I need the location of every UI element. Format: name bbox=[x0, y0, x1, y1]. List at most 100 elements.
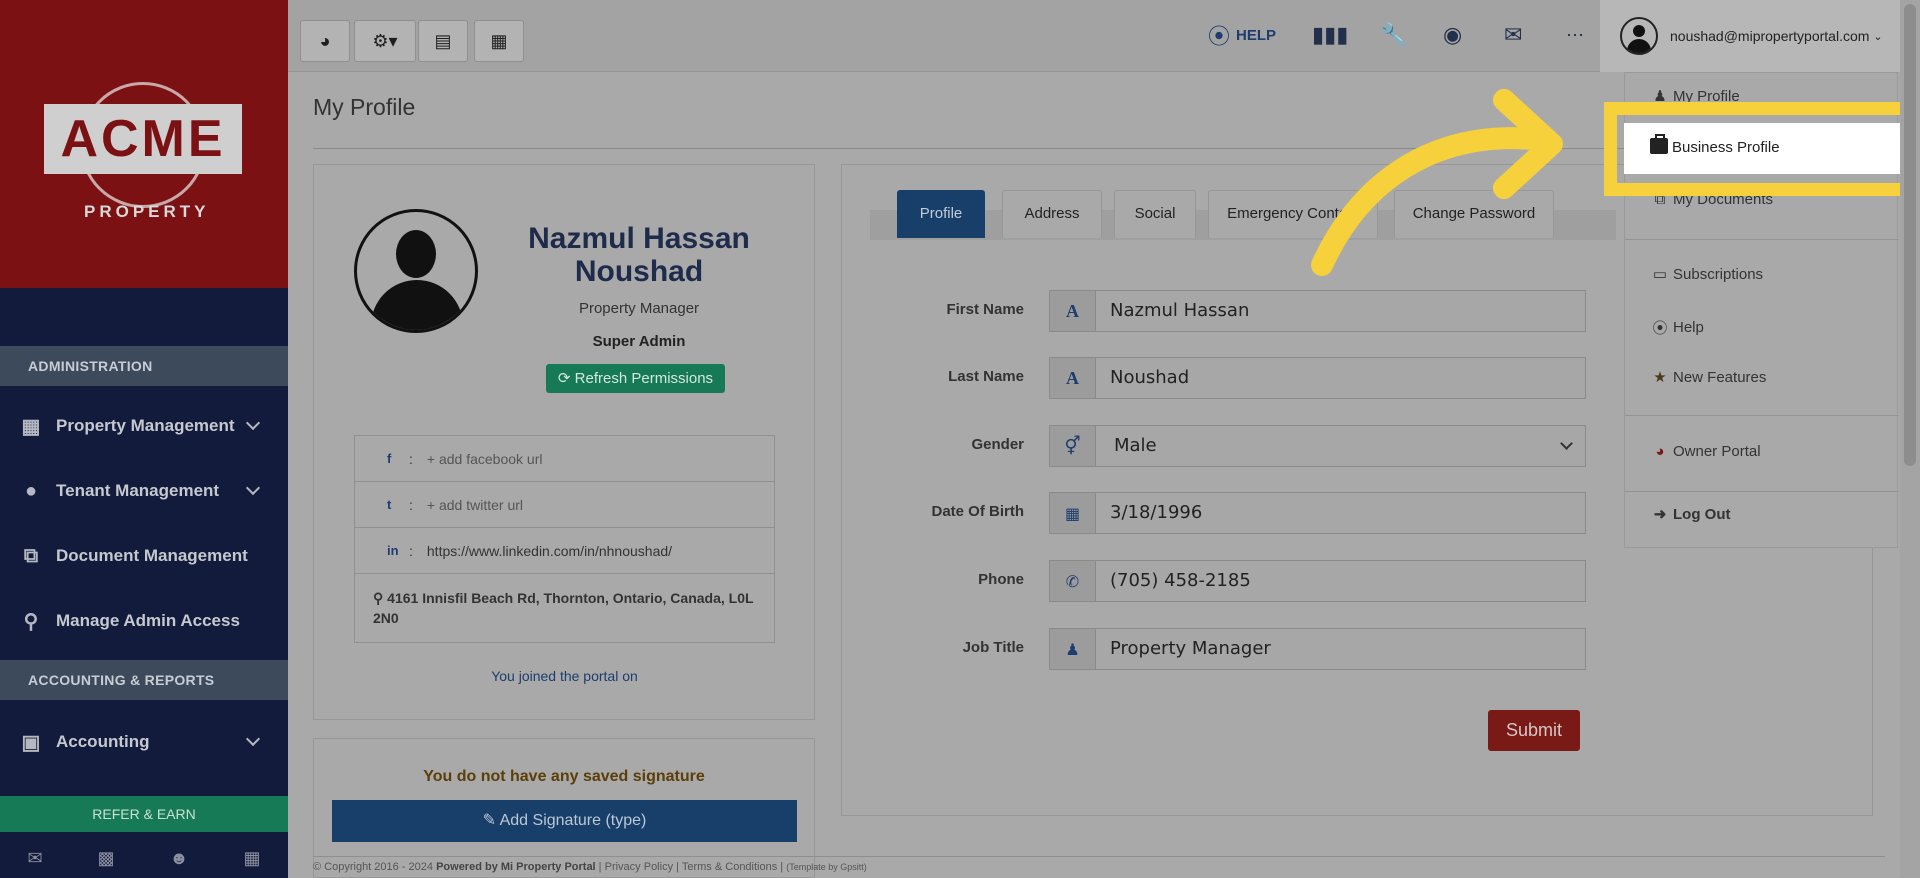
refresh-icon: ⟳ bbox=[557, 370, 575, 387]
profile-name: Nazmul Hassan Noushad bbox=[528, 222, 750, 288]
linkedin-icon: in bbox=[387, 543, 399, 558]
footer-terms-link[interactable]: Terms & Conditions bbox=[682, 861, 777, 873]
tab-profile[interactable]: Profile bbox=[897, 190, 985, 238]
profile-access-level: Super Admin bbox=[592, 333, 686, 350]
envelope-icon[interactable]: ✉ bbox=[1504, 20, 1522, 50]
briefcase-icon[interactable]: ▩ bbox=[98, 848, 115, 869]
sidebar-item-label: Manage Admin Access bbox=[56, 611, 240, 630]
tab-emergency-contact[interactable]: Emergency Contact bbox=[1208, 190, 1378, 238]
mail-icon[interactable]: ✉ bbox=[27, 848, 42, 869]
logo-subtext: PROPERTY bbox=[84, 202, 210, 221]
documents-icon: ⧉ bbox=[23, 544, 39, 567]
phone-icon: ✆ bbox=[1050, 561, 1096, 601]
last-name-input[interactable]: Noushad bbox=[1096, 358, 1585, 398]
twitter-icon: t bbox=[387, 497, 392, 512]
add-facebook-link[interactable]: + add facebook url bbox=[427, 451, 543, 467]
calculator-icon[interactable]: ▦ bbox=[243, 848, 260, 869]
star-icon: ★ bbox=[1653, 369, 1667, 386]
first-name-input[interactable]: Nazmul Hassan bbox=[1096, 291, 1585, 331]
tab-change-password[interactable]: Change Password bbox=[1394, 190, 1554, 238]
dob-input[interactable]: 3/18/1996 bbox=[1096, 493, 1585, 533]
footer-privacy-link[interactable]: Privacy Policy bbox=[605, 861, 673, 873]
add-twitter-label: add twitter url bbox=[438, 496, 524, 513]
user-menu-toggle[interactable]: noushad@mipropertyportal.com ⌄ bbox=[1600, 0, 1900, 72]
edit-icon: ✎ bbox=[482, 812, 500, 829]
gender-label: Gender bbox=[971, 436, 1024, 453]
bar-chart-icon[interactable]: ▮▮▮ bbox=[1312, 20, 1348, 50]
phone-field[interactable]: ✆ (705) 458-2185 bbox=[1049, 560, 1586, 602]
profile-avatar[interactable] bbox=[354, 209, 478, 333]
gender-field[interactable]: ⚥ Male bbox=[1049, 425, 1586, 467]
menu-item-log-out[interactable]: ➜ Log Out bbox=[1651, 505, 1731, 524]
sidebar-item-tenant-management[interactable]: ● Tenant Management bbox=[0, 463, 288, 519]
menu-item-help[interactable]: ⦿ Help bbox=[1651, 317, 1704, 338]
menu-item-label: Log Out bbox=[1673, 505, 1731, 523]
sidebar: ACME PROPERTY ADMINISTRATION ▦ Property … bbox=[0, 0, 288, 878]
joined-text: You joined the portal on bbox=[491, 668, 638, 684]
section-administration: ADMINISTRATION bbox=[0, 346, 288, 386]
logo-text: ACME bbox=[44, 104, 242, 174]
settings-dropdown-button[interactable]: ⚙▾ bbox=[354, 20, 416, 62]
help-link[interactable]: ⦿ HELP bbox=[1208, 20, 1276, 50]
menu-item-subscriptions[interactable]: ▭ Subscriptions bbox=[1651, 265, 1763, 284]
menu-item-new-features[interactable]: ★ New Features bbox=[1651, 368, 1767, 387]
job-title-input[interactable]: Property Manager bbox=[1096, 629, 1585, 669]
facebook-row: f: + add facebook url bbox=[355, 436, 774, 482]
job-title-field[interactable]: ♟ Property Manager bbox=[1049, 628, 1586, 670]
scrollbar-thumb[interactable] bbox=[1904, 4, 1916, 466]
footer-powered-link[interactable]: Powered by Mi Property Portal bbox=[436, 861, 596, 873]
refresh-permissions-button[interactable]: ⟳ Refresh Permissions bbox=[546, 364, 725, 393]
wrench-icon[interactable]: 🔧 bbox=[1380, 20, 1407, 50]
tab-address[interactable]: Address bbox=[1002, 190, 1102, 238]
calculator-button[interactable]: ▦ bbox=[474, 20, 524, 62]
page-title: My Profile bbox=[313, 94, 416, 120]
sidebar-item-accounting[interactable]: ▣ Accounting bbox=[0, 714, 288, 770]
sidebar-item-manage-admin-access[interactable]: ⚲ Manage Admin Access bbox=[0, 593, 288, 649]
eye-icon[interactable]: ◉ bbox=[1443, 20, 1462, 50]
footer-template-credit: (Template by Gpsitt) bbox=[786, 862, 867, 872]
sidebar-item-label: Property Management bbox=[56, 416, 235, 435]
logo[interactable]: ACME PROPERTY bbox=[0, 0, 288, 288]
first-name-field[interactable]: A Nazmul Hassan bbox=[1049, 290, 1586, 332]
dob-field[interactable]: ▦ 3/18/1996 bbox=[1049, 492, 1586, 534]
sidebar-item-document-management[interactable]: ⧉ Document Management bbox=[0, 528, 288, 584]
sidebar-bottom-bar: ✉ ▩ ☻ ▦ bbox=[0, 838, 288, 878]
add-twitter-link[interactable]: + add twitter url bbox=[427, 497, 523, 513]
gender-select[interactable]: Male bbox=[1096, 426, 1585, 466]
menu-item-label: Owner Portal bbox=[1673, 443, 1761, 460]
add-signature-label: Add Signature (type) bbox=[499, 812, 647, 829]
submit-button[interactable]: Submit bbox=[1488, 710, 1580, 751]
menu-item-owner-portal[interactable]: ◕ Owner Portal bbox=[1651, 443, 1761, 460]
more-icon[interactable]: ⋯ bbox=[1566, 20, 1584, 50]
add-signature-button[interactable]: ✎ Add Signature (type) bbox=[332, 800, 797, 842]
lifebuoy-icon: ⦿ bbox=[1652, 320, 1668, 337]
sign-out-icon: ➜ bbox=[1653, 506, 1667, 523]
user-tie-icon: ♟ bbox=[1050, 629, 1096, 669]
calendar-icon: ▦ bbox=[1050, 493, 1096, 533]
building-icon: ▦ bbox=[21, 415, 41, 438]
avatar bbox=[1620, 17, 1658, 55]
key-icon: ⚲ bbox=[23, 610, 39, 633]
add-facebook-label: add facebook url bbox=[438, 450, 543, 467]
section-accounting-reports: ACCOUNTING & REPORTS bbox=[0, 660, 288, 700]
user-icon[interactable]: ☻ bbox=[170, 848, 189, 869]
phone-input[interactable]: (705) 458-2185 bbox=[1096, 561, 1585, 601]
money-icon: ▣ bbox=[21, 731, 41, 754]
sidebar-item-property-management[interactable]: ▦ Property Management bbox=[0, 398, 288, 454]
gear-icon: ⚙▾ bbox=[372, 30, 398, 51]
chevron-down-icon: ⌄ bbox=[1873, 30, 1883, 43]
refer-earn-button[interactable]: REFER & EARN bbox=[0, 796, 288, 832]
chevron-down-icon bbox=[245, 731, 261, 747]
user-email: noushad@mipropertyportal.com bbox=[1670, 28, 1870, 44]
linkedin-link[interactable]: https://www.linkedin.com/in/nhnoushad/ bbox=[427, 543, 672, 559]
signature-message: You do not have any saved signature bbox=[423, 768, 705, 785]
refresh-permissions-label: Refresh Permissions bbox=[574, 370, 714, 387]
menu-item-label: Help bbox=[1673, 319, 1704, 336]
dashboard-button[interactable]: ◕ bbox=[300, 20, 350, 62]
first-name-label: First Name bbox=[946, 301, 1024, 318]
gender-selected-value: Male bbox=[1114, 435, 1157, 456]
calendar-button[interactable]: ▤ bbox=[418, 20, 468, 62]
tab-social[interactable]: Social bbox=[1114, 190, 1196, 238]
menu-item-label: New Features bbox=[1673, 368, 1767, 386]
last-name-field[interactable]: A Noushad bbox=[1049, 357, 1586, 399]
